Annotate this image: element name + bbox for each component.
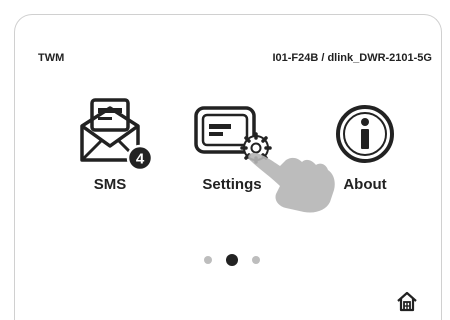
settings-icon <box>194 106 272 164</box>
network-name: I01-F24B / dlink_DWR-2101-5G <box>272 52 432 64</box>
carrier-label: TWM <box>38 52 65 64</box>
gear-icon <box>240 132 272 164</box>
page-dot-2-active[interactable] <box>226 254 238 266</box>
page-indicator <box>200 252 270 266</box>
sms-badge-count: 4 <box>136 151 145 168</box>
sms-label: SMS <box>93 176 127 193</box>
envelope-icon: 4 <box>80 98 154 172</box>
home-button[interactable] <box>396 290 418 312</box>
page-dot-3[interactable] <box>252 256 260 264</box>
status-bar: TWM I01-F24B / dlink_DWR-2101-5G <box>38 52 432 70</box>
home-icon <box>397 291 417 312</box>
page-dot-1[interactable] <box>204 256 212 264</box>
sms-tile[interactable]: 4 SMS <box>56 94 164 204</box>
info-icon <box>336 105 394 163</box>
settings-tile[interactable]: Settings <box>178 94 286 204</box>
settings-label: Settings <box>202 176 262 193</box>
about-label: About <box>343 176 387 193</box>
about-tile[interactable]: About <box>311 94 419 204</box>
device-frame: TWM I01-F24B / dlink_DWR-2101-5G 4 SMS S… <box>0 0 450 320</box>
